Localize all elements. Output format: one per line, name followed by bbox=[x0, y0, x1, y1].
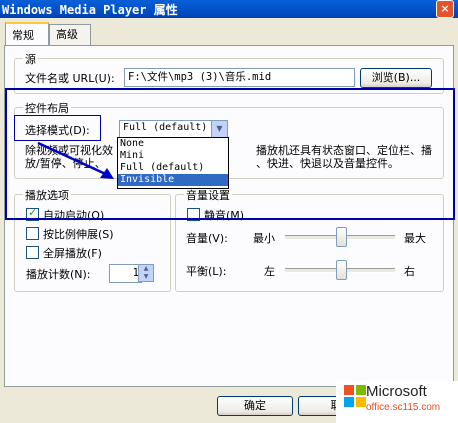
watermark-url: office.sc115.com bbox=[366, 402, 441, 413]
annotation-arrow-icon bbox=[37, 141, 114, 179]
watermark-brand: Microsoft bbox=[366, 383, 427, 400]
ok-button[interactable]: 确定 bbox=[217, 396, 293, 416]
windows-logo-icon bbox=[344, 385, 366, 407]
properties-dialog: Windows Media Player 属性 × 常规 高级 源 文件名或 U… bbox=[0, 0, 458, 423]
